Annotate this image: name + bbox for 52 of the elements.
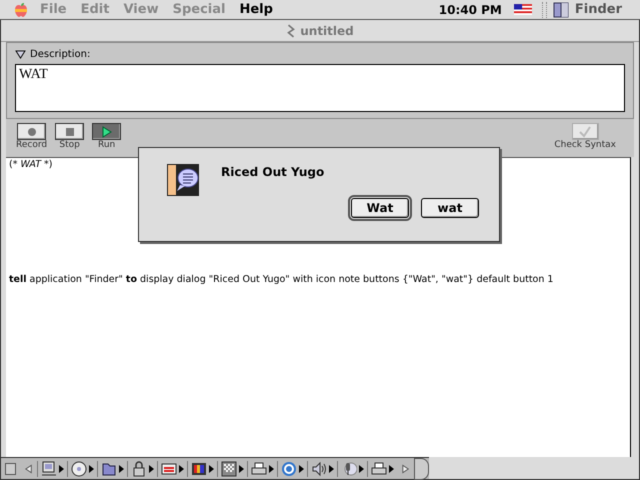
disc-icon[interactable] xyxy=(71,460,88,476)
folder-icon[interactable] xyxy=(101,460,118,476)
popup-arrow-icon[interactable] xyxy=(239,464,244,472)
left-arrow-icon[interactable] xyxy=(24,462,34,474)
flag-icon xyxy=(514,4,532,15)
monitor-icon[interactable] xyxy=(191,460,208,476)
dialog-button[interactable]: Wat xyxy=(351,198,409,218)
toolbar-button[interactable] xyxy=(92,123,122,140)
check-syntax-label: Check Syntax xyxy=(554,140,616,150)
dialog-button[interactable]: wat xyxy=(421,198,479,218)
disclosure-triangle-icon[interactable] xyxy=(15,50,26,58)
popup-arrow-icon[interactable] xyxy=(269,464,274,472)
right-arrow-icon[interactable] xyxy=(401,462,410,474)
note-icon xyxy=(167,164,199,196)
toolbar-button[interactable] xyxy=(55,123,84,140)
description-label: Description: xyxy=(30,48,90,60)
speaker-icon[interactable] xyxy=(311,460,328,476)
popup-arrow-icon[interactable] xyxy=(209,464,214,472)
checkmark-icon xyxy=(578,126,592,138)
padlock-icon[interactable] xyxy=(131,460,148,476)
finder-icon xyxy=(552,2,569,18)
toolbar-button-label: Record xyxy=(16,140,48,150)
pattern-icon[interactable] xyxy=(221,460,238,476)
toolbar-button[interactable] xyxy=(17,123,46,140)
popup-arrow-icon[interactable] xyxy=(329,464,334,472)
clock: 10:40 PM xyxy=(438,2,502,16)
play-icon xyxy=(102,126,112,138)
collapse-box-icon[interactable] xyxy=(5,462,16,474)
toolbar-button-label: Stop xyxy=(59,140,80,150)
menu-item[interactable]: Help xyxy=(239,2,273,17)
printer-icon[interactable] xyxy=(371,460,388,476)
description-field[interactable]: WAT xyxy=(15,64,625,112)
popup-arrow-icon[interactable] xyxy=(149,464,154,472)
description-text: WAT xyxy=(19,67,48,82)
stop-icon xyxy=(64,126,75,136)
popup-arrow-icon[interactable] xyxy=(179,464,184,472)
printer-icon[interactable] xyxy=(251,460,268,476)
computer-icon[interactable] xyxy=(41,460,58,476)
app-menu[interactable]: Finder xyxy=(574,2,622,17)
popup-arrow-icon[interactable] xyxy=(389,464,394,472)
popup-arrow-icon[interactable] xyxy=(89,464,94,472)
popup-arrow-icon[interactable] xyxy=(299,464,304,472)
dialog-message: Riced Out Yugo xyxy=(221,165,324,179)
popup-arrow-icon[interactable] xyxy=(59,464,64,472)
window-title: untitled xyxy=(300,24,354,38)
strip-tab[interactable] xyxy=(414,458,430,480)
popup-arrow-icon[interactable] xyxy=(359,464,364,472)
record-icon xyxy=(26,126,37,136)
script-line: tell application "Finder" to display dialog "Riced Out Yugo" with icon note buttons {"Wat", "wat"} default button 1 xyxy=(9,274,554,285)
script-line: (* WAT *) xyxy=(9,159,54,170)
popup-arrow-icon[interactable] xyxy=(119,464,124,472)
toolbar-button-label: Run xyxy=(98,140,116,150)
